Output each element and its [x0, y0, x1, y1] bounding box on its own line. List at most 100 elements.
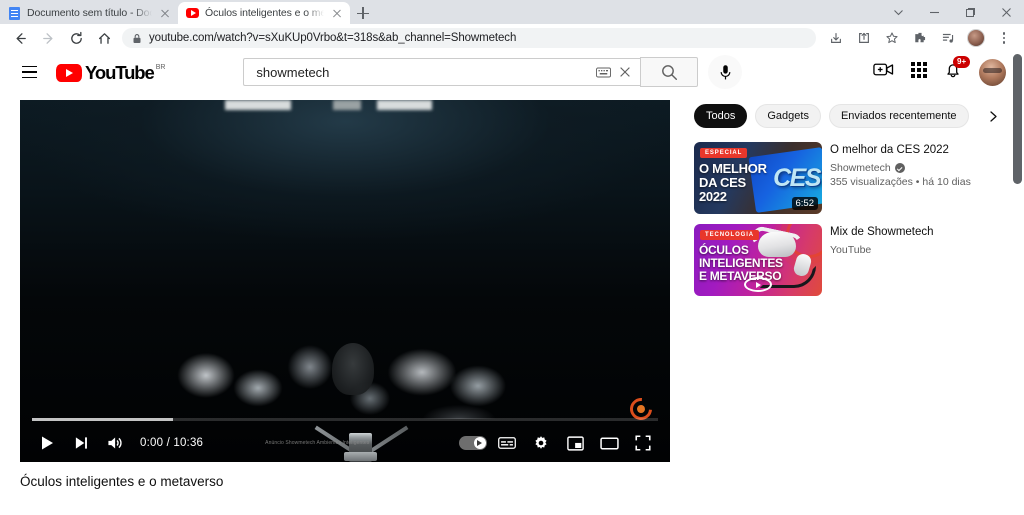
- tab-close-button[interactable]: [158, 6, 172, 20]
- bookmark-star-icon[interactable]: [878, 25, 906, 51]
- time-display: 0:00 / 10:36: [140, 437, 204, 449]
- tab-search-chevron-down-icon[interactable]: [880, 0, 916, 24]
- youtube-apps-grid-icon[interactable]: [911, 61, 927, 83]
- keyboard-icon[interactable]: [592, 60, 614, 84]
- player-right-controls: [456, 426, 660, 460]
- address-bar-url: youtube.com/watch?v=sXuKUp0Vrbo&t=318s&a…: [149, 32, 517, 44]
- filter-chip-bar: Todos Gadgets Enviados recentemente: [694, 100, 1004, 132]
- chip-enviados-recentemente[interactable]: Enviados recentemente: [828, 104, 969, 128]
- volume-icon[interactable]: [98, 426, 132, 460]
- progress-loaded-bar: [32, 418, 173, 421]
- theater-mode-icon[interactable]: [592, 426, 626, 460]
- chrome-browser-window: Documento sem título - Docume Óculos int…: [0, 0, 1024, 515]
- tab-strip: Documento sem título - Docume Óculos int…: [0, 0, 1024, 24]
- clear-search-close-icon[interactable]: [614, 60, 636, 84]
- maximize-button[interactable]: [952, 0, 988, 24]
- list-item[interactable]: CES ESPECIAL O MELHOR DA CES 2022 6:52 O…: [694, 142, 1004, 214]
- autoplay-toggle[interactable]: [456, 426, 490, 460]
- tab-close-button[interactable]: [330, 6, 344, 20]
- extensions-puzzle-icon[interactable]: [906, 25, 934, 51]
- create-video-icon[interactable]: [873, 62, 894, 82]
- thumbnail-badge: TECNOLOGIA: [700, 230, 759, 240]
- scrollbar-thumb[interactable]: [1013, 54, 1022, 184]
- new-tab-button[interactable]: [350, 2, 376, 24]
- settings-gear-icon[interactable]: [524, 426, 558, 460]
- play-icon[interactable]: [30, 426, 64, 460]
- video-meta: Mix de Showmetech YouTube: [830, 224, 1004, 296]
- youtube-logo[interactable]: YouTube BR: [56, 63, 165, 82]
- tab-title: Documento sem título - Docume: [27, 7, 152, 19]
- video-subject-object: [332, 343, 374, 395]
- toolbar-actions: [822, 25, 1018, 51]
- search-input[interactable]: showmetech: [243, 58, 641, 86]
- search-button[interactable]: [640, 57, 699, 87]
- youtube-page: YouTube BR showmetech 9+ 0:00 / 10:36 An…: [0, 52, 1024, 515]
- notification-badge-count: 9+: [953, 55, 971, 68]
- player-column: 0:00 / 10:36 Anúncio Showmetech Ambiente…: [20, 100, 670, 489]
- chip-gadgets[interactable]: Gadgets: [755, 104, 821, 128]
- video-thumbnail[interactable]: TECNOLOGIA ÓCULOS INTELIGENTES E METAVER…: [694, 224, 822, 296]
- address-bar[interactable]: youtube.com/watch?v=sXuKUp0Vrbo&t=318s&a…: [122, 28, 816, 48]
- youtube-play-mark-icon: [56, 63, 82, 82]
- reading-list-icon[interactable]: [934, 25, 962, 51]
- search-area: showmetech: [243, 55, 743, 89]
- player-overlay-text: Anúncio Showmetech Ambientes Inteligente…: [265, 440, 370, 446]
- list-item[interactable]: TECNOLOGIA ÓCULOS INTELIGENTES E METAVER…: [694, 224, 1004, 296]
- user-avatar[interactable]: [979, 58, 1006, 86]
- share-icon[interactable]: [850, 25, 878, 51]
- masthead-actions: 9+: [873, 55, 1010, 86]
- chrome-menu-dots-icon[interactable]: [990, 25, 1018, 51]
- watch-page-body: 0:00 / 10:36 Anúncio Showmetech Ambiente…: [0, 92, 1024, 489]
- notifications-bell-icon[interactable]: 9+: [944, 55, 971, 84]
- video-title-link[interactable]: Mix de Showmetech: [830, 225, 1004, 239]
- thumbnail-title-text: ÓCULOS INTELIGENTES E METAVERSO: [699, 243, 783, 283]
- video-highlight-lights: [225, 100, 485, 112]
- forward-arrow-icon[interactable]: [34, 25, 62, 51]
- channel-name: YouTube: [830, 244, 872, 256]
- next-video-icon[interactable]: [64, 426, 98, 460]
- video-thumbnail[interactable]: CES ESPECIAL O MELHOR DA CES 2022 6:52: [694, 142, 822, 214]
- miniplayer-icon[interactable]: [558, 426, 592, 460]
- page-scrollbar[interactable]: [1009, 52, 1024, 515]
- install-app-icon[interactable]: [822, 25, 850, 51]
- channel-row[interactable]: Showmetech: [830, 162, 1004, 174]
- chevron-right-icon[interactable]: [983, 110, 1004, 123]
- browser-toolbar: youtube.com/watch?v=sXuKUp0Vrbo&t=318s&a…: [0, 24, 1024, 52]
- hamburger-icon[interactable]: [12, 55, 46, 89]
- google-docs-icon: [8, 6, 21, 20]
- back-arrow-icon[interactable]: [6, 25, 34, 51]
- video-frame: [20, 100, 670, 462]
- reload-icon[interactable]: [62, 25, 90, 51]
- thumbnail-title-text: O MELHOR DA CES 2022: [699, 161, 767, 204]
- video-title-link[interactable]: O melhor da CES 2022: [830, 143, 1004, 157]
- video-player[interactable]: 0:00 / 10:36 Anúncio Showmetech Ambiente…: [20, 100, 670, 462]
- channel-name: Showmetech: [830, 162, 891, 174]
- video-title: Óculos inteligentes e o metaverso: [20, 474, 224, 489]
- thumbnail-badge: ESPECIAL: [700, 148, 748, 158]
- chip-todos[interactable]: Todos: [694, 104, 748, 128]
- subtitles-icon[interactable]: [490, 426, 524, 460]
- search-input-value: showmetech: [256, 64, 330, 80]
- thumbnail-word: CES: [773, 164, 821, 192]
- video-duration: 6:52: [791, 197, 818, 210]
- verified-badge-icon: [894, 163, 905, 173]
- close-window-button[interactable]: [988, 0, 1024, 24]
- progress-bar[interactable]: [20, 405, 670, 422]
- tab-title: Óculos inteligentes e o metavers: [205, 7, 324, 19]
- lock-icon: [132, 33, 142, 44]
- progress-hover-preview: [423, 405, 495, 419]
- mix-playlist-icon: [744, 277, 772, 292]
- browser-tab-youtube[interactable]: Óculos inteligentes e o metavers: [178, 2, 350, 24]
- player-controls: 0:00 / 10:36 Anúncio Showmetech Ambiente…: [20, 405, 670, 462]
- profile-avatar[interactable]: [962, 25, 990, 51]
- window-controls: [880, 0, 1024, 24]
- browser-tab-docs[interactable]: Documento sem título - Docume: [0, 2, 178, 24]
- fullscreen-icon[interactable]: [626, 426, 660, 460]
- channel-row[interactable]: YouTube: [830, 244, 1004, 256]
- video-meta: O melhor da CES 2022 Showmetech 355 visu…: [830, 142, 1004, 214]
- minimize-button[interactable]: [916, 0, 952, 24]
- microphone-icon[interactable]: [708, 55, 743, 89]
- player-control-row: 0:00 / 10:36 Anúncio Showmetech Ambiente…: [20, 424, 670, 462]
- home-icon[interactable]: [90, 25, 118, 51]
- youtube-favicon: [186, 7, 199, 20]
